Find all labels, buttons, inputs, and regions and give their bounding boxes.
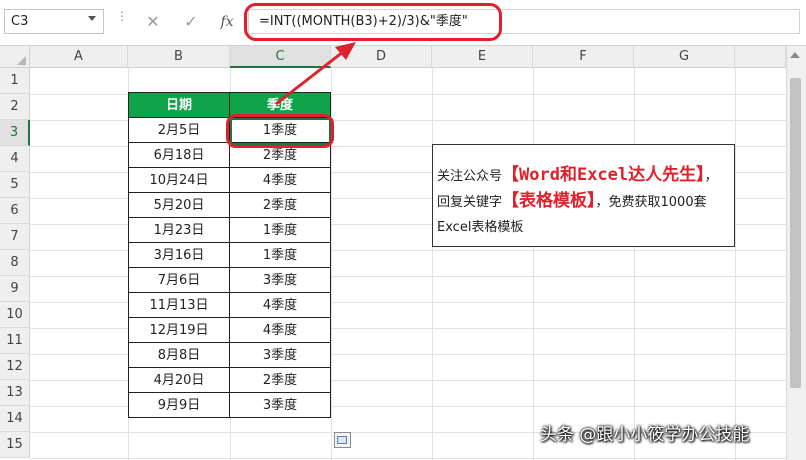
note-highlight-keyword: 【表格模板】 bbox=[502, 191, 596, 211]
quick-analysis-icon[interactable] bbox=[337, 436, 347, 444]
watermark-text: 头条 @跟小小筱学办公技能 bbox=[540, 425, 750, 445]
scrollbar-thumb[interactable] bbox=[790, 78, 801, 388]
promo-note-box[interactable]: 关注公众号【Word和Excel达人先生】，回复关键字【表格模板】，免费获取10… bbox=[432, 144, 735, 247]
note-text: 关注公众号 bbox=[437, 169, 503, 184]
note-highlight-account: 【Word和Excel达人先生】 bbox=[502, 165, 705, 185]
scroll-up-icon[interactable] bbox=[790, 52, 800, 58]
